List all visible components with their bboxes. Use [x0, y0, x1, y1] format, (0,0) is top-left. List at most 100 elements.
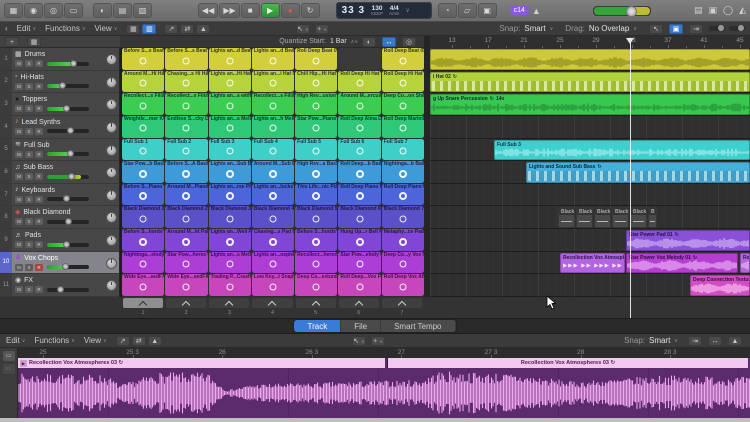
grid-view-button[interactable]: ▦ — [126, 24, 140, 34]
volume-thumb[interactable] — [63, 105, 70, 112]
volume-thumb[interactable] — [65, 218, 72, 225]
scene-trigger[interactable] — [123, 298, 163, 308]
stop-button[interactable]: ■ — [241, 3, 260, 18]
editor-flex-icon[interactable]: ▲ — [148, 336, 162, 346]
editor-functions-menu[interactable]: Functions∨ — [34, 336, 74, 345]
quantize-stepper[interactable]: ∧∨ — [351, 39, 358, 45]
scene-trigger[interactable] — [382, 298, 422, 308]
loop-cell[interactable]: Black Diamond 6 — [338, 206, 380, 228]
solo-button[interactable]: S — [25, 218, 33, 225]
snap-value[interactable]: Smart — [524, 24, 545, 33]
arrange-region[interactable]: Rec — [740, 253, 750, 274]
volume-slider[interactable] — [47, 84, 89, 88]
lcd-display[interactable]: 33 3 130 KEEP 4/4 Amin ∨ — [336, 2, 432, 19]
loop-cell[interactable]: Roll Deep Hi Hat 03 — [382, 71, 424, 93]
metronome-icon[interactable]: ◔ — [438, 3, 457, 18]
loop-cell[interactable]: Lights an...d Beat 02 — [252, 48, 294, 70]
duplicate-track-button[interactable]: ▦ — [27, 37, 41, 47]
editor-view-menu[interactable]: View∨ — [84, 336, 107, 345]
quick-help-icon[interactable]: ◎ — [44, 3, 63, 18]
arrange-area[interactable]: i Hat 02↻g Up Snare Percussion↻14xFull S… — [430, 48, 750, 297]
pan-knob[interactable] — [106, 145, 117, 156]
loop-cell[interactable]: Low Key...t Snap FX — [252, 274, 294, 296]
arrange-region[interactable]: Black — [612, 207, 629, 228]
record-enable-button[interactable]: R — [35, 83, 43, 90]
solo-button[interactable]: S — [25, 60, 33, 67]
volume-slider[interactable] — [47, 243, 89, 247]
record-enable-button[interactable]: R — [35, 286, 43, 293]
editor-left-click-tool[interactable]: ↖ ∨ — [352, 336, 366, 346]
solo-button[interactable]: S — [25, 83, 33, 90]
solo-button[interactable]: S — [25, 128, 33, 135]
track-header[interactable]: 3●ToppersMSR — [0, 93, 119, 116]
volume-slider[interactable] — [47, 197, 89, 201]
editor-junction-icon[interactable]: ⇄ — [132, 336, 146, 346]
loop-cell[interactable]: Lights an...rse Piano — [209, 184, 251, 206]
loop-cell[interactable]: Lights an...d Beat 01 — [209, 48, 251, 70]
solo-button[interactable]: S — [25, 196, 33, 203]
inspector-icon[interactable]: ◉ — [24, 3, 43, 18]
loop-cell[interactable]: Roll Deep Piano 02 — [382, 184, 424, 206]
arrange-region[interactable] — [430, 49, 750, 70]
volume-slider[interactable] — [47, 220, 89, 224]
arrange-region[interactable]: Deep Connection Texture FX — [690, 275, 750, 296]
volume-thumb[interactable] — [70, 60, 77, 67]
track-header[interactable]: 6♫Sub BassMSR — [0, 161, 119, 184]
loop-cell[interactable]: Before S...hords 01 — [122, 229, 164, 251]
command-click-tool[interactable]: + ∨ — [315, 24, 329, 34]
pan-knob[interactable] — [106, 190, 117, 201]
track-header[interactable]: 10♟Vox ChopsMSR — [0, 252, 119, 275]
tab-file[interactable]: File — [341, 320, 381, 332]
arrange-region[interactable]: Full Sub 3 — [494, 140, 750, 161]
record-enable-button[interactable]: R — [35, 151, 43, 158]
arrange-lane[interactable] — [430, 184, 750, 207]
cycle-button[interactable]: ↻ — [301, 3, 320, 18]
loop-cell[interactable]: Recollect...s Fills 03 — [122, 93, 164, 115]
capture-icon[interactable]: ▣ — [478, 3, 497, 18]
mute-button[interactable]: M — [15, 264, 23, 271]
track-header[interactable]: 2◦Hi-HatsMSR — [0, 71, 119, 94]
playhead-marker[interactable] — [626, 38, 634, 44]
volume-thumb[interactable] — [63, 241, 70, 248]
flex-icon[interactable]: ▲ — [196, 24, 210, 34]
volume-thumb[interactable] — [57, 286, 64, 293]
loop-cell[interactable]: Roll Deep Alma Lead — [338, 116, 380, 138]
volume-slider[interactable] — [47, 129, 89, 133]
loop-cell[interactable]: Black Diamond 1 — [122, 206, 164, 228]
loop-cell[interactable]: Recollect...s Fills 01 — [252, 93, 294, 115]
loop-cell[interactable]: Endless S...cky Lead — [165, 116, 207, 138]
list-icon[interactable]: ▤ — [694, 5, 703, 16]
link-icon[interactable]: ↔ — [382, 37, 396, 47]
pointer-tool-icon[interactable]: ↖ — [649, 24, 663, 34]
arrange-region[interactable]: Star Power Vox Melody 01↻ — [626, 253, 738, 274]
solo-button[interactable]: S — [25, 173, 33, 180]
lcd-chevron-icon[interactable]: ∨ — [405, 7, 409, 14]
loop-cell[interactable]: Star Pow...heres 02 — [165, 252, 207, 274]
window-bottom-scrollbar[interactable] — [0, 418, 750, 422]
editor-snap-value[interactable]: Smart — [649, 336, 670, 345]
volume-thumb[interactable] — [67, 127, 74, 134]
mute-button[interactable]: M — [15, 105, 23, 112]
arrange-region[interactable]: Black — [630, 207, 647, 228]
loop-cell[interactable]: Full Sub 2 — [165, 139, 207, 161]
loop-cell[interactable]: High Rev...usion FX — [295, 93, 337, 115]
loop-cell[interactable]: Metaphy...ce Pad 01 — [382, 229, 424, 251]
count-in-icon[interactable]: ▱ — [458, 3, 477, 18]
arrange-region[interactable]: Star Power Pad 01↻ — [626, 230, 750, 251]
loop-cell[interactable]: Lights an...ospheres — [252, 252, 294, 274]
loop-cell[interactable]: Star Pow...b Bass 01 — [122, 161, 164, 183]
track-header[interactable]: 7♪KeyboardsMSR — [0, 184, 119, 207]
lcd-signature[interactable]: 4/4 Amin — [389, 6, 399, 16]
arrange-region[interactable]: Black — [558, 207, 575, 228]
loop-cell[interactable]: Black Diamond 4 — [252, 206, 294, 228]
meter-thumb[interactable] — [626, 6, 637, 17]
loop-cell[interactable]: Roll Deep Beat 03 — [382, 48, 424, 70]
volume-thumb[interactable] — [62, 263, 69, 270]
loop-cell[interactable]: High Rev...s Bass 01 — [295, 161, 337, 183]
loop-cell[interactable]: Chill Hip...Hi Hat 03 — [295, 71, 337, 93]
loop-cell[interactable]: Lights an...lucks 03 — [252, 184, 294, 206]
loop-cell[interactable]: Lights an...s Melody — [209, 116, 251, 138]
pan-knob[interactable] — [106, 54, 117, 65]
record-enable-button[interactable]: R — [35, 173, 43, 180]
loop-cell[interactable]: Weightle...mer Keys — [122, 116, 164, 138]
